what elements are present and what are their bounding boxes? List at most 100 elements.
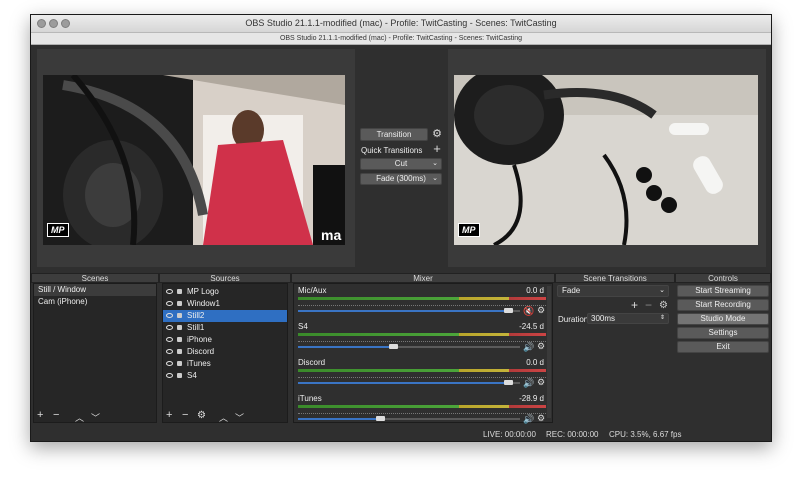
preview-panel[interactable]: ma MP	[37, 49, 355, 267]
chevron-down-icon: ⌄	[432, 175, 438, 182]
source-item[interactable]: Window1	[163, 298, 287, 310]
settings-button[interactable]: Settings	[677, 327, 769, 339]
source-name: MP Logo	[187, 287, 219, 296]
lock-icon[interactable]	[177, 361, 182, 366]
meter-scale	[298, 372, 546, 378]
transition-settings-gear-icon[interactable]: ⚙	[431, 128, 443, 141]
program-panel[interactable]: MP	[448, 49, 766, 267]
lock-icon[interactable]	[177, 373, 182, 378]
volume-slider[interactable]	[298, 416, 520, 421]
meter-scale	[298, 300, 546, 306]
meter-scale	[298, 408, 546, 414]
channel-db: -24.5 d	[519, 322, 544, 331]
volume-slider-handle[interactable]	[504, 380, 513, 385]
transition-properties-gear-icon[interactable]: ⚙	[659, 300, 668, 311]
add-transition-plus-icon[interactable]: +	[631, 298, 638, 312]
cut-transition-button[interactable]: Cut ⌄	[360, 158, 442, 170]
add-scene-plus-icon[interactable]: +	[37, 409, 43, 421]
channel-db: 0.0 d	[526, 358, 544, 367]
volume-slider-handle[interactable]	[389, 344, 398, 349]
sources-header: Sources	[159, 273, 291, 283]
volume-slider-handle[interactable]	[504, 308, 513, 313]
visibility-eye-icon[interactable]	[166, 373, 173, 378]
volume-slider[interactable]	[298, 308, 520, 313]
title-bar[interactable]: OBS Studio 21.1.1-modified (mac) - Profi…	[31, 15, 771, 33]
move-down-chevron-icon[interactable]: ﹀	[235, 411, 244, 424]
rec-status: REC: 00:00:00	[546, 430, 599, 439]
program-scene-graphic	[454, 75, 758, 245]
fade-transition-button[interactable]: Fade (300ms) ⌄	[360, 173, 442, 185]
speaker-icon[interactable]: 🔊	[523, 342, 534, 353]
volume-slider-handle[interactable]	[376, 416, 385, 421]
visibility-eye-icon[interactable]	[166, 313, 173, 318]
studio-mode-button[interactable]: Studio Mode	[677, 313, 769, 325]
lock-icon[interactable]	[177, 289, 182, 294]
muted-speaker-icon[interactable]: 🔇	[523, 306, 534, 317]
transition-select-value: Fade	[562, 286, 581, 295]
scene-item[interactable]: Cam (iPhone)	[34, 296, 156, 308]
channel-gear-icon[interactable]: ⚙	[537, 377, 545, 388]
mixer-header: Mixer	[291, 273, 555, 283]
cut-label: Cut	[394, 159, 408, 168]
channel-gear-icon[interactable]: ⚙	[537, 341, 545, 352]
start-recording-button[interactable]: Start Recording	[677, 299, 769, 311]
speaker-icon[interactable]: 🔊	[523, 378, 534, 389]
controls-header: Controls	[675, 273, 771, 283]
visibility-eye-icon[interactable]	[166, 301, 173, 306]
channel-gear-icon[interactable]: ⚙	[537, 305, 545, 316]
scenes-list[interactable]: Still / Window Cam (iPhone)	[33, 283, 157, 423]
visibility-eye-icon[interactable]	[166, 349, 173, 354]
source-item[interactable]: Still2	[163, 310, 287, 322]
lock-icon[interactable]	[177, 301, 182, 306]
speaker-icon[interactable]: 🔊	[523, 414, 534, 425]
source-item[interactable]: S4	[163, 370, 287, 382]
mp-logo-badge-left: MP	[47, 223, 69, 237]
volume-slider[interactable]	[298, 380, 520, 385]
status-bar: LIVE: 00:00:00 REC: 00:00:00 CPU: 3.5%, …	[31, 429, 771, 441]
mixer-scrollbar[interactable]	[547, 286, 551, 418]
source-item[interactable]: Discord	[163, 346, 287, 358]
move-up-chevron-icon[interactable]: ︿	[219, 411, 228, 424]
lock-icon[interactable]	[177, 313, 182, 318]
remove-transition-minus-icon[interactable]: −	[645, 298, 652, 312]
source-name: Still2	[187, 311, 205, 320]
source-properties-gear-icon[interactable]: ⚙	[197, 410, 206, 421]
duration-spinbox[interactable]: 300ms ⇕	[587, 313, 669, 324]
channel-name: S4	[298, 322, 308, 331]
source-name: S4	[187, 371, 197, 380]
mixer-channel: Discord 0.0 d 🔊 ⚙	[294, 358, 548, 392]
lock-icon[interactable]	[177, 337, 182, 342]
source-item[interactable]: iTunes	[163, 358, 287, 370]
visibility-eye-icon[interactable]	[166, 289, 173, 294]
obs-window: OBS Studio 21.1.1-modified (mac) - Profi…	[30, 14, 772, 442]
remove-source-minus-icon[interactable]: −	[182, 409, 188, 421]
source-item[interactable]: MP Logo	[163, 286, 287, 298]
move-up-chevron-icon[interactable]: ︿	[75, 411, 84, 424]
exit-button[interactable]: Exit	[677, 341, 769, 353]
source-item[interactable]: iPhone	[163, 334, 287, 346]
source-name: Window1	[187, 299, 220, 308]
channel-gear-icon[interactable]: ⚙	[537, 413, 545, 424]
add-source-plus-icon[interactable]: +	[166, 409, 172, 421]
visibility-eye-icon[interactable]	[166, 337, 173, 342]
move-down-chevron-icon[interactable]: ﹀	[91, 411, 100, 424]
audio-mixer: Mic/Aux 0.0 d 🔇 ⚙ S4 -24.5 d 🔊 ⚙ Discord 0.0 d 🔊 ⚙ i…	[293, 283, 553, 425]
start-streaming-button[interactable]: Start Streaming	[677, 285, 769, 297]
preview-scene-graphic: ma	[43, 75, 345, 245]
transition-select[interactable]: Fade ⌄	[557, 285, 669, 297]
volume-slider[interactable]	[298, 344, 520, 349]
cpu-status: CPU: 3.5%, 6.67 fps	[609, 430, 682, 439]
transition-button[interactable]: Transition	[360, 128, 428, 141]
lock-icon[interactable]	[177, 325, 182, 330]
lock-icon[interactable]	[177, 349, 182, 354]
window-subtitle: OBS Studio 21.1.1-modified (mac) - Profi…	[31, 33, 771, 45]
scene-transitions-header: Scene Transitions	[555, 273, 675, 283]
add-quick-transition-plus-icon[interactable]: +	[431, 142, 443, 156]
scene-item[interactable]: Still / Window	[34, 284, 156, 296]
live-status: LIVE: 00:00:00	[483, 430, 536, 439]
sources-list[interactable]: MP Logo Window1 Still2 Still1 iPhone Discord i…	[162, 283, 288, 423]
remove-scene-minus-icon[interactable]: −	[53, 409, 59, 421]
visibility-eye-icon[interactable]	[166, 361, 173, 366]
visibility-eye-icon[interactable]	[166, 325, 173, 330]
source-item[interactable]: Still1	[163, 322, 287, 334]
